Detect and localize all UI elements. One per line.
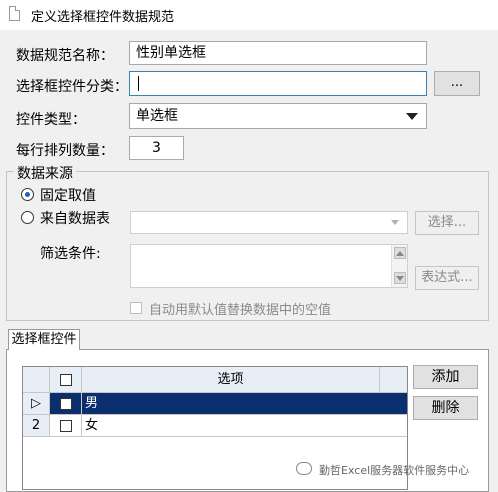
delete-button[interactable]: 删除	[413, 396, 478, 420]
per-row-input[interactable]: 3	[129, 136, 184, 160]
arrow-down-icon	[396, 276, 404, 281]
control-type-label: 控件类型：	[16, 112, 86, 128]
chevron-down-icon	[391, 220, 399, 225]
table-row-option[interactable]: 女	[82, 415, 407, 437]
autofill-label: 自动用默认值替换数据中的空值	[149, 303, 332, 318]
scroll-up-icon[interactable]	[394, 247, 406, 259]
category-label: 选择框控件分类：	[16, 79, 128, 95]
from-table-label: 来自数据表	[40, 211, 110, 227]
filter-scrollbar[interactable]	[391, 245, 407, 287]
arrow-up-icon	[396, 251, 404, 256]
grid-header-check	[50, 367, 82, 393]
add-button[interactable]: 添加	[413, 365, 478, 389]
wechat-icon	[296, 462, 312, 475]
per-row-label: 每行排列数量：	[16, 143, 114, 159]
text-cursor	[138, 76, 139, 91]
fixed-value-radio[interactable]	[21, 188, 34, 201]
grid-header-filler	[380, 367, 407, 393]
grid-header-option: 选项	[82, 367, 380, 393]
row-indicator[interactable]: ▷	[23, 393, 50, 415]
scroll-down-icon[interactable]	[394, 272, 406, 284]
select-all-checkbox[interactable]	[60, 374, 72, 386]
data-source-title: 数据来源	[14, 163, 76, 183]
grid-corner	[23, 367, 50, 393]
table-row-option[interactable]: 男	[82, 393, 407, 415]
control-type-select[interactable]: 单选框	[129, 103, 427, 129]
browse-button[interactable]: ...	[434, 71, 480, 96]
table-row-checkbox-cell	[50, 415, 82, 437]
row-indicator[interactable]: 2	[23, 415, 50, 437]
filter-label: 筛选条件:	[40, 246, 101, 262]
from-table-radio[interactable]	[21, 211, 34, 224]
table-row-checkbox-cell	[50, 393, 82, 415]
fixed-value-label: 固定取值	[40, 188, 96, 204]
control-type-value: 单选框	[136, 108, 178, 124]
row-checkbox[interactable]	[60, 398, 72, 410]
category-input[interactable]	[129, 71, 427, 96]
chevron-down-icon[interactable]	[406, 113, 418, 120]
table-select[interactable]	[130, 211, 408, 234]
autofill-checkbox[interactable]	[130, 302, 142, 314]
document-icon	[9, 6, 20, 21]
select-table-button[interactable]: 选择...	[415, 211, 479, 235]
watermark-text: 勤哲Excel服务器软件服务中心	[319, 464, 470, 477]
row-checkbox[interactable]	[60, 420, 72, 432]
filter-textarea[interactable]	[130, 244, 408, 288]
title-bar: 定义选择框控件数据规范	[0, 0, 498, 30]
expression-button[interactable]: 表达式...	[415, 266, 479, 290]
tab-choice-controls[interactable]: 选择框控件	[8, 329, 80, 350]
window-title: 定义选择框控件数据规范	[31, 10, 175, 25]
spec-name-label: 数据规范名称：	[16, 48, 114, 64]
spec-name-input[interactable]: 性别单选框	[129, 41, 427, 65]
